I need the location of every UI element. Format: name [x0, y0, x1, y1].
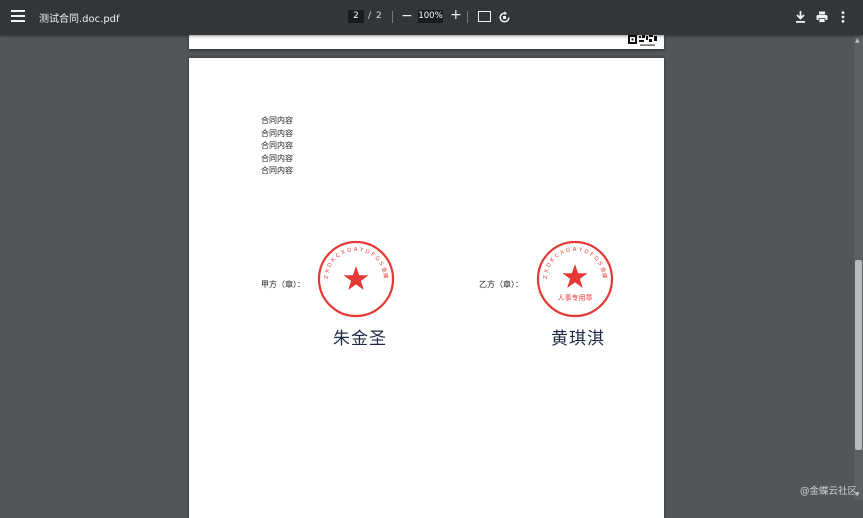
watermark: @金蝶云社区: [799, 486, 857, 497]
content-line: 合同内容: [261, 116, 293, 125]
contract-content: 合同内容 合同内容 合同内容 合同内容 合同内容: [261, 115, 293, 178]
content-line: 合同内容: [261, 166, 293, 175]
zoom-out-button[interactable]: −: [401, 8, 413, 24]
pdf-page-1: [189, 35, 664, 49]
more-options-icon[interactable]: [841, 11, 845, 23]
toolbar-divider: [467, 11, 468, 23]
qr-code-icon: [628, 35, 657, 46]
scroll-up-icon[interactable]: ▲: [855, 37, 860, 44]
toolbar-divider: [392, 11, 393, 23]
menu-icon[interactable]: [11, 10, 25, 24]
download-icon[interactable]: [795, 11, 806, 23]
content-line: 合同内容: [261, 128, 293, 138]
party-a-label: 甲方（章）：: [261, 280, 305, 289]
zoom-input[interactable]: 100%: [418, 10, 443, 23]
fit-to-page-icon[interactable]: [478, 11, 491, 22]
svg-text:人事专用章: 人事专用章: [558, 293, 593, 302]
party-b-label: 乙方（章）：: [479, 280, 523, 289]
rotate-icon[interactable]: [498, 9, 511, 28]
content-line: 合同内容: [261, 153, 293, 163]
party-b-seal: Z X D K C X G A Y D F G S 金蝶软件（中国）有限公司 人…: [536, 240, 614, 318]
scroll-thumb[interactable]: [855, 260, 862, 450]
zoom-in-button[interactable]: +: [450, 7, 462, 24]
content-line: 合同内容: [261, 141, 293, 150]
page-separator: /: [368, 11, 372, 21]
party-b-signature: 黄琪淇: [551, 329, 605, 349]
party-a-seal: Z X D K C X G A Y D F G S 金蝶软件（中国）有限公司: [317, 240, 395, 318]
document-title: 测试合同.doc.pdf: [39, 14, 120, 25]
party-a-signature: 朱金圣: [333, 329, 387, 349]
pdf-page-2: 合同内容 合同内容 合同内容 合同内容 合同内容 甲方（章）： Z X D K …: [189, 58, 664, 518]
total-pages: 2: [376, 11, 382, 21]
pdf-toolbar: 测试合同.doc.pdf 2 / 2 − 100% +: [0, 0, 863, 35]
print-icon[interactable]: [816, 11, 828, 23]
vertical-scrollbar[interactable]: ▲ ▼: [854, 35, 863, 500]
page-number-input[interactable]: 2: [348, 10, 364, 23]
